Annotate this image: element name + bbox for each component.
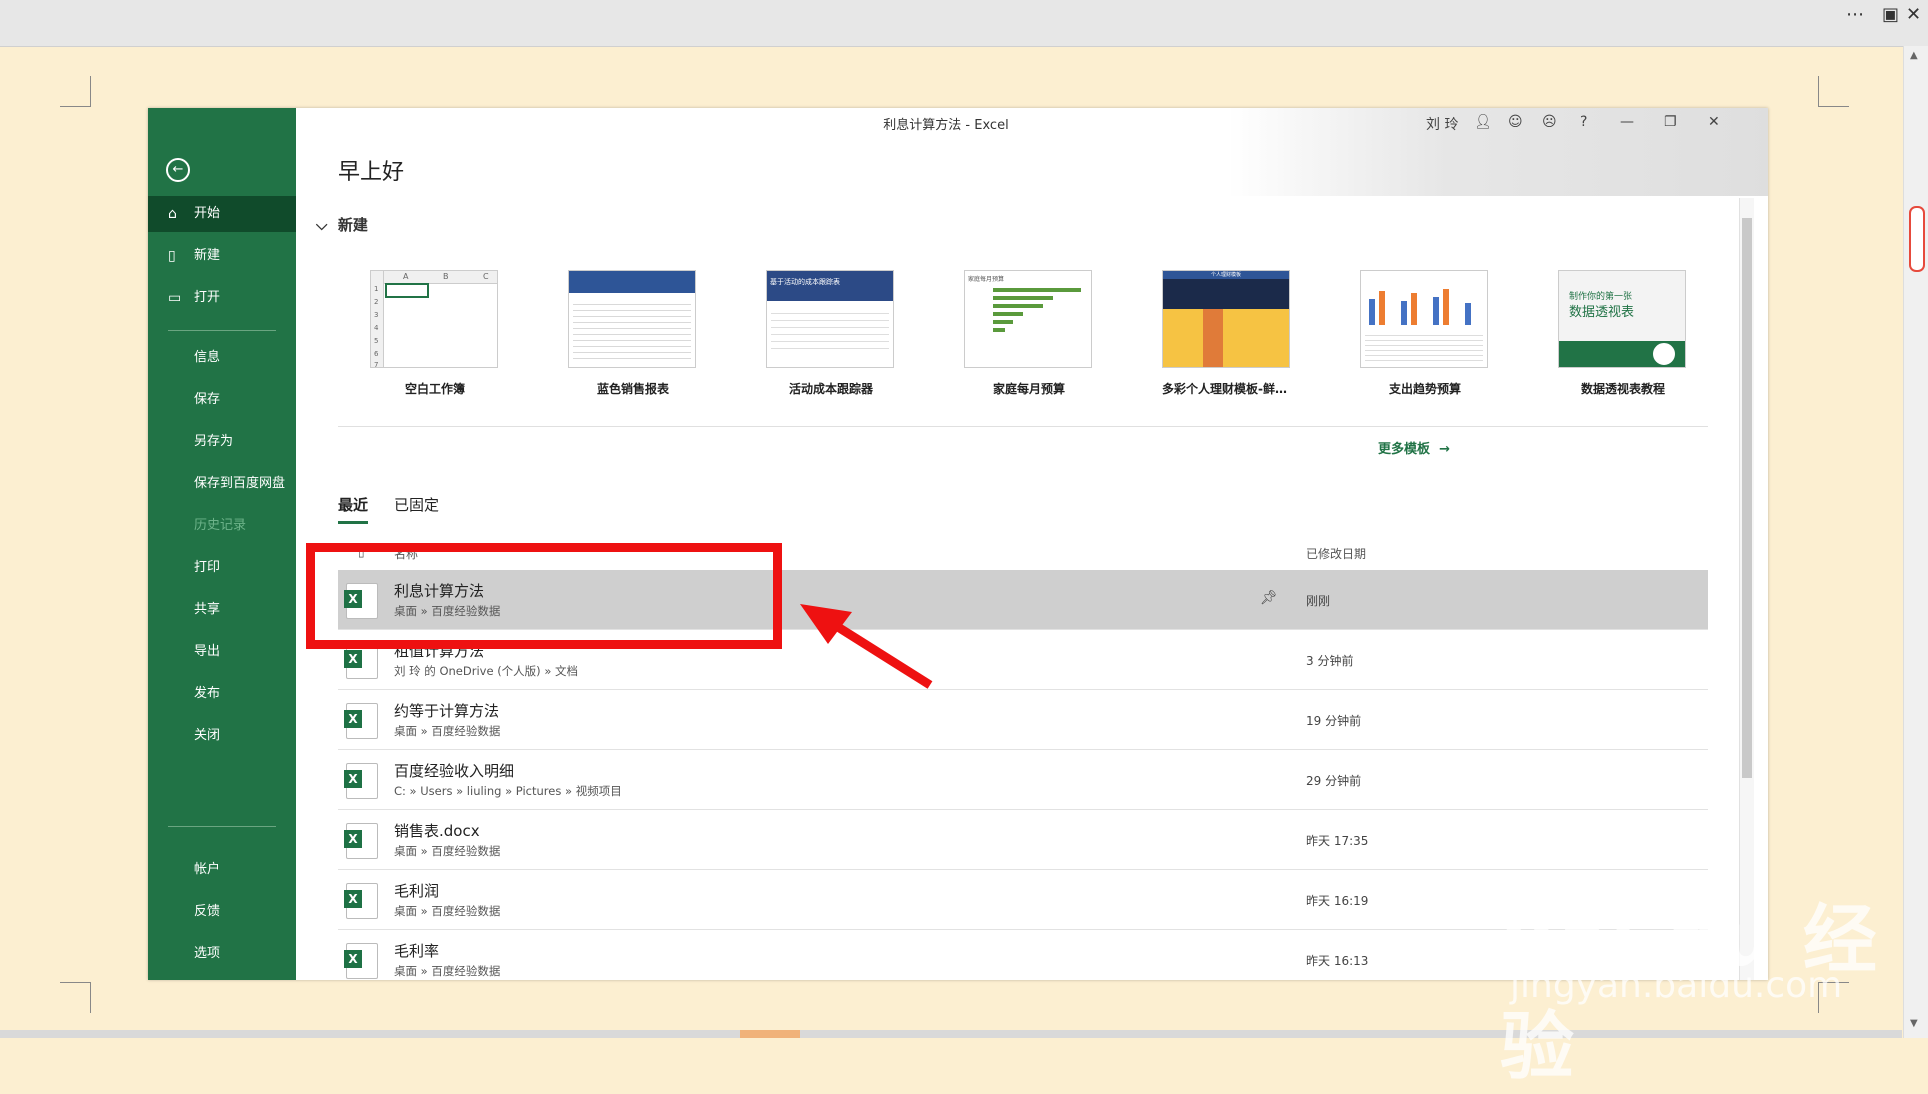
- arrow-shaft: [827, 618, 933, 689]
- watermark-url: jingyan.baidu.com: [1510, 965, 1843, 1006]
- arrow-head: [800, 604, 852, 644]
